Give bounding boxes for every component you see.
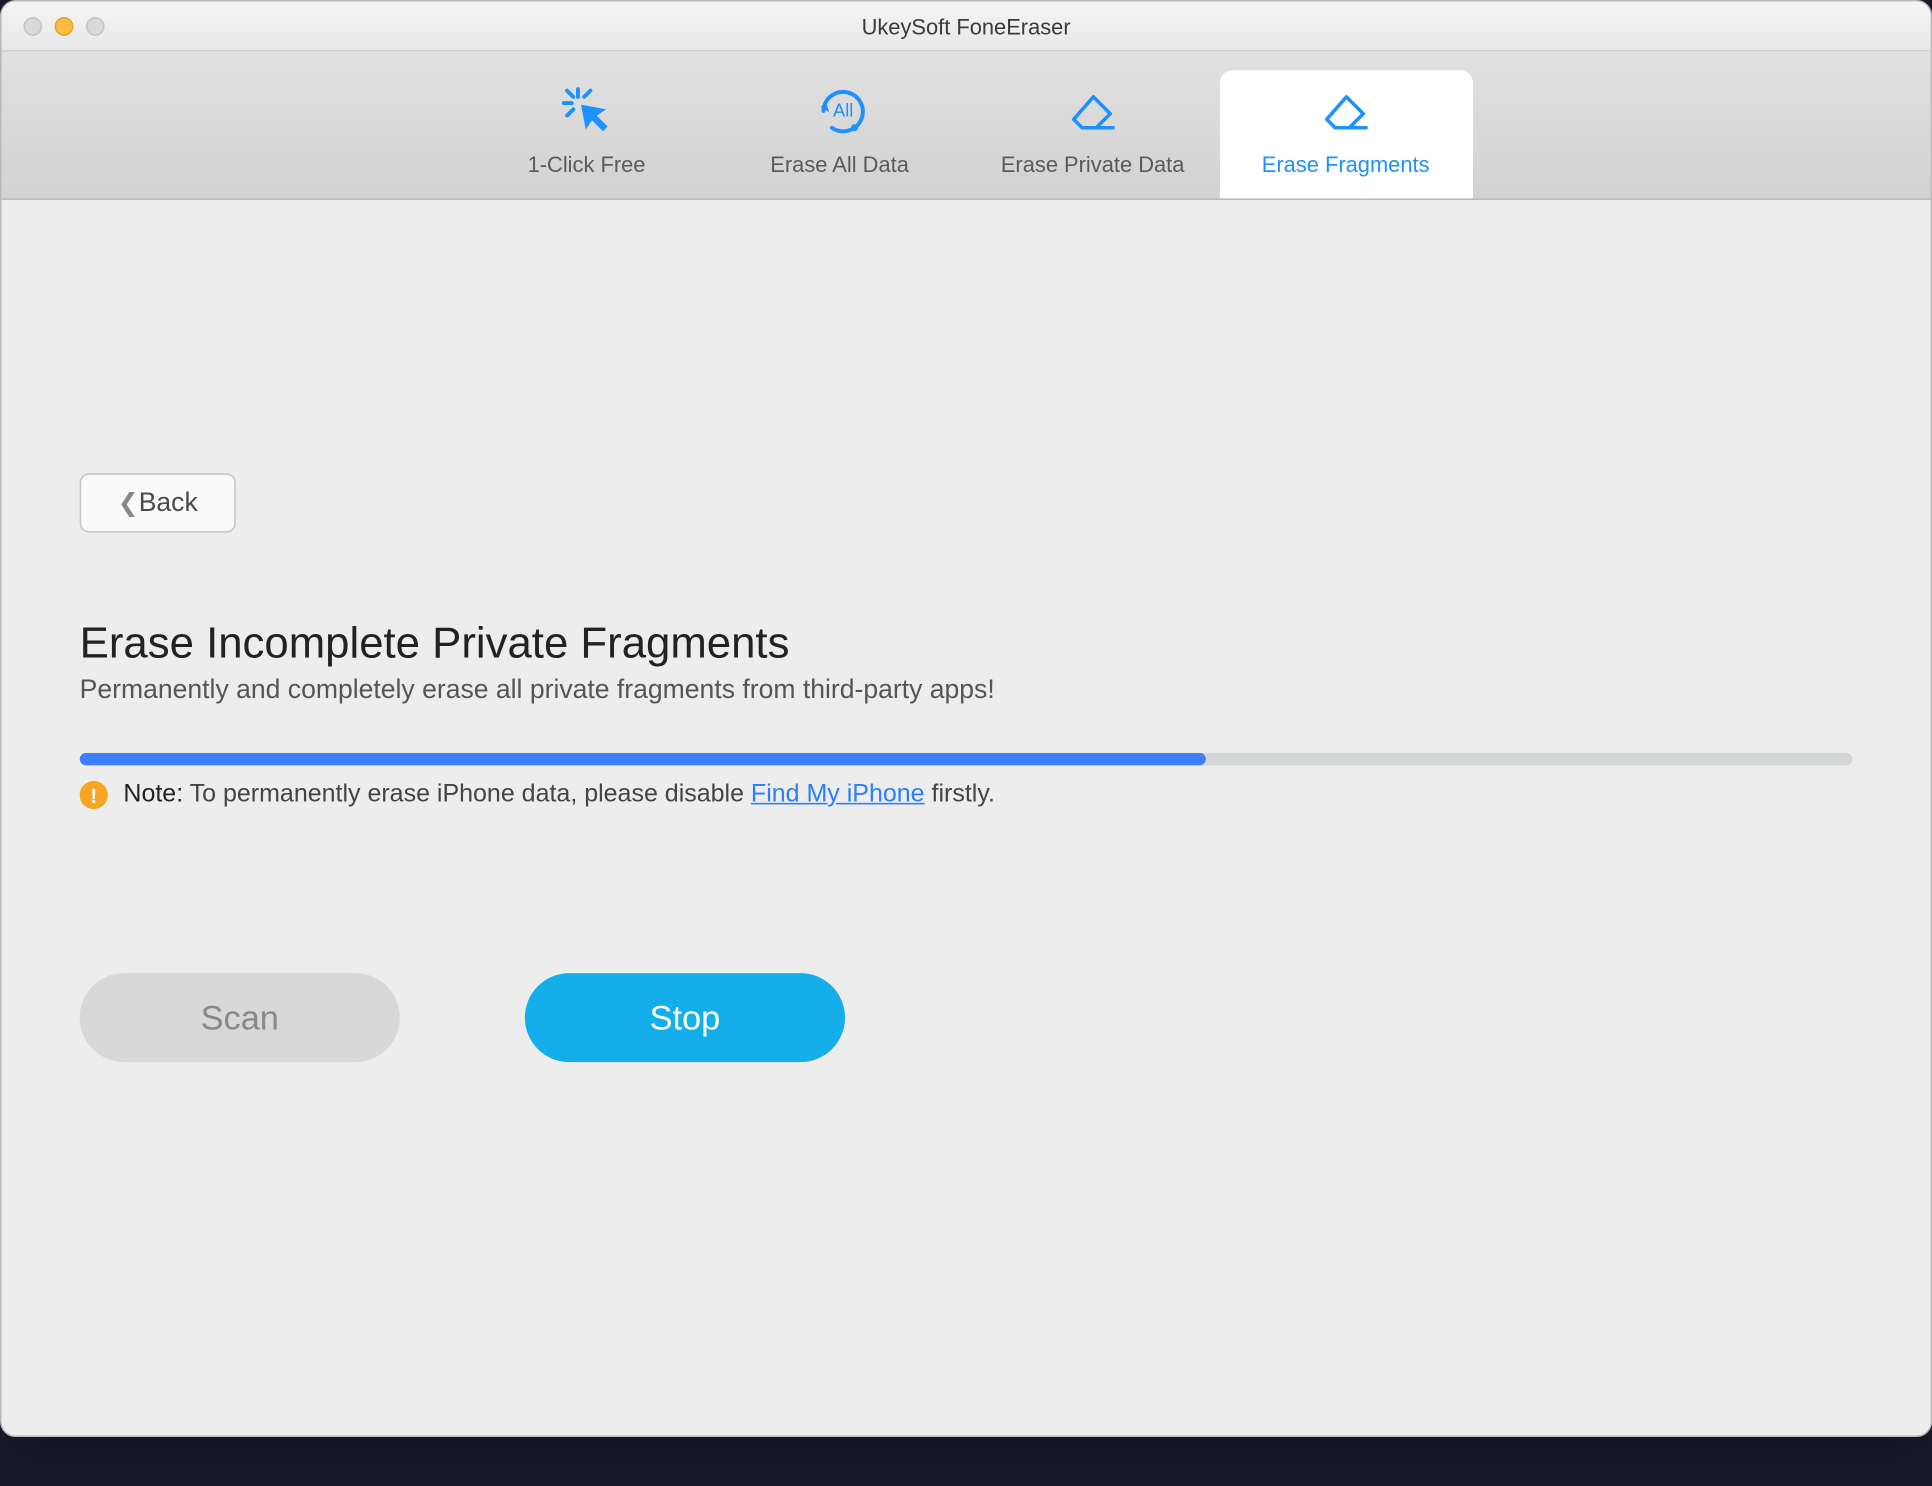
back-button[interactable]: ❮ Back bbox=[80, 473, 236, 532]
find-my-iphone-link[interactable]: Find My iPhone bbox=[751, 781, 925, 808]
tab-erase-all-data[interactable]: All Erase All Data bbox=[713, 70, 966, 198]
tab-1-click-free[interactable]: 1-Click Free bbox=[460, 70, 713, 198]
tab-label: Erase Fragments bbox=[1262, 152, 1430, 177]
tab-label: 1-Click Free bbox=[528, 152, 646, 177]
page-heading: Erase Incomplete Private Fragments bbox=[80, 619, 1853, 669]
note-suffix: firstly. bbox=[925, 781, 995, 808]
traffic-lights bbox=[2, 16, 105, 35]
titlebar: UkeySoft FoneEraser bbox=[2, 2, 1931, 52]
progress-bar bbox=[80, 753, 1853, 765]
maximize-button[interactable] bbox=[86, 16, 105, 35]
chevron-left-icon: ❮ bbox=[118, 487, 139, 518]
progress-fill bbox=[80, 753, 1206, 765]
eraser-fragments-icon bbox=[1318, 83, 1374, 139]
warning-icon: ! bbox=[80, 781, 108, 809]
tab-erase-fragments[interactable]: Erase Fragments bbox=[1219, 70, 1472, 198]
tab-label: Erase All Data bbox=[770, 152, 909, 177]
stop-button[interactable]: Stop bbox=[525, 973, 845, 1062]
button-row: Scan Stop bbox=[80, 973, 1853, 1062]
erase-all-icon: All bbox=[811, 83, 867, 139]
tab-erase-private-data[interactable]: Erase Private Data bbox=[966, 70, 1219, 198]
eraser-icon bbox=[1065, 83, 1121, 139]
note-prefix: To permanently erase iPhone data, please… bbox=[183, 781, 751, 808]
note-text-container: Note: To permanently erase iPhone data, … bbox=[123, 781, 995, 809]
content-area: ❮ Back Erase Incomplete Private Fragment… bbox=[2, 200, 1931, 1436]
close-button[interactable] bbox=[23, 16, 42, 35]
cursor-click-icon bbox=[558, 83, 614, 139]
tab-label: Erase Private Data bbox=[1001, 152, 1185, 177]
minimize-button[interactable] bbox=[55, 16, 74, 35]
window-title: UkeySoft FoneEraser bbox=[2, 13, 1931, 38]
toolbar-tabs: 1-Click Free All Erase All Data Erase bbox=[2, 52, 1931, 200]
note-row: ! Note: To permanently erase iPhone data… bbox=[80, 781, 1853, 809]
svg-text:All: All bbox=[832, 100, 852, 121]
app-window: UkeySoft FoneEraser 1-Click Free bbox=[0, 0, 1932, 1437]
note-label: Note: bbox=[123, 781, 183, 808]
back-label: Back bbox=[139, 487, 198, 518]
page-subheading: Permanently and completely erase all pri… bbox=[80, 675, 1853, 706]
scan-button: Scan bbox=[80, 973, 400, 1062]
